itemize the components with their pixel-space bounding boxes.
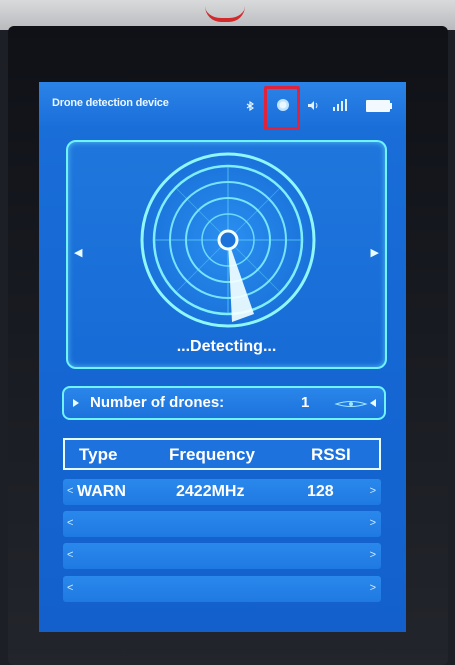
- speaker-icon[interactable]: [307, 100, 319, 111]
- row-prev-icon[interactable]: <: [67, 582, 73, 594]
- drone-count-bar: Number of drones: 1: [62, 386, 386, 420]
- drone-count-value: 1: [301, 394, 310, 411]
- row-next-icon[interactable]: >: [370, 517, 376, 529]
- header-frequency: Frequency: [169, 445, 255, 464]
- battery-icon: [366, 100, 392, 112]
- row-frequency: 2422MHz: [176, 483, 245, 500]
- drone-glyph-icon: [334, 401, 368, 407]
- device-screen: Drone detection device ◀ ▶ ...Detecting.…: [39, 82, 406, 632]
- status-bar: Drone detection device: [39, 82, 406, 130]
- app-title: Drone detection device: [52, 97, 169, 109]
- bluetooth-icon: [246, 101, 254, 111]
- row-next-icon[interactable]: >: [370, 549, 376, 561]
- count-right-arrow-icon[interactable]: [370, 399, 376, 407]
- row-next-icon[interactable]: >: [370, 485, 376, 497]
- count-left-arrow-icon[interactable]: [73, 399, 79, 407]
- row-next-icon[interactable]: >: [370, 582, 376, 594]
- table-row[interactable]: < >: [63, 543, 381, 569]
- row-prev-icon[interactable]: <: [67, 549, 73, 561]
- table-row[interactable]: < >: [63, 511, 381, 537]
- radar-scope-icon: [140, 152, 316, 328]
- row-prev-icon[interactable]: <: [67, 517, 73, 529]
- header-type: Type: [79, 445, 118, 464]
- table-header: Type Frequency RSSI: [63, 438, 381, 470]
- radar-right-arrow-icon[interactable]: ▶: [371, 246, 379, 259]
- row-prev-icon[interactable]: <: [67, 485, 73, 497]
- header-rssi: RSSI: [311, 445, 351, 464]
- highlight-box: [264, 86, 300, 130]
- drone-count-label: Number of drones:: [90, 394, 225, 411]
- table-row[interactable]: < >: [63, 576, 381, 602]
- radar-left-arrow-icon[interactable]: ◀: [74, 246, 82, 259]
- table-row[interactable]: < WARN 2422MHz 128 >: [63, 479, 381, 505]
- signal-icon: [333, 99, 347, 111]
- radar-panel: ◀ ▶ ...Detecting...: [66, 140, 387, 369]
- row-type: WARN: [77, 483, 126, 500]
- row-rssi: 128: [307, 483, 334, 500]
- detecting-status: ...Detecting...: [176, 338, 277, 355]
- red-marker: [205, 6, 245, 22]
